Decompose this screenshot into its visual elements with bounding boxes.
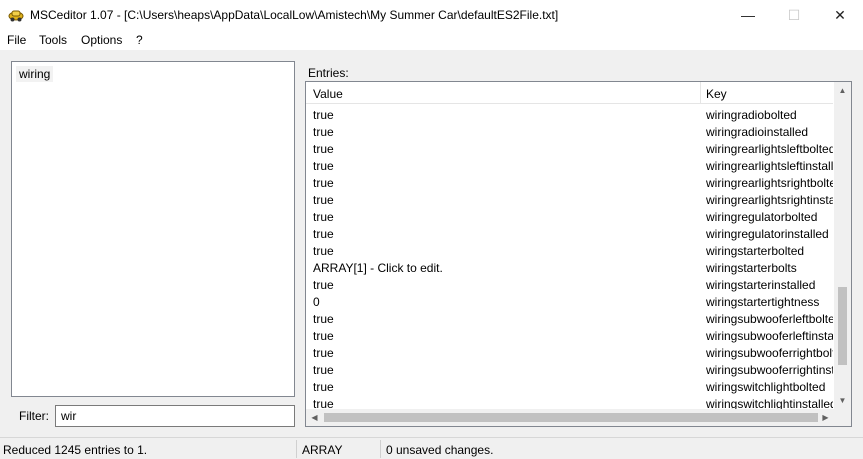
entry-key: wiringstarterbolts — [706, 261, 797, 275]
entry-key: wiringswitchlightinstalled — [706, 397, 833, 409]
window-title: MSCeditor 1.07 - [C:\Users\heaps\AppData… — [30, 8, 559, 22]
entry-value[interactable]: true — [313, 142, 334, 156]
title-bar: MSCeditor 1.07 - [C:\Users\heaps\AppData… — [0, 0, 863, 30]
horizontal-scrollbar[interactable]: ◀ ▶ — [306, 409, 851, 426]
entry-row[interactable]: true wiringstarterbolted — [306, 242, 833, 259]
entry-key: wiringsubwooferrightbolted — [706, 346, 833, 360]
entry-key: wiringstartertightness — [706, 295, 820, 309]
entry-row[interactable]: true wiringstarterinstalled — [306, 276, 833, 293]
status-divider — [296, 440, 297, 458]
entry-key: wiringrearlightsrightbolted — [706, 176, 833, 190]
filter-label: Filter: — [19, 409, 49, 423]
scroll-corner — [834, 409, 851, 426]
horizontal-scroll-thumb[interactable] — [324, 413, 818, 422]
entry-value[interactable]: true — [313, 329, 334, 343]
entries-rows: true wiringradiobolted true wiringradioinst… — [306, 106, 833, 409]
entry-key: wiringrearlightsrightinstalle — [706, 193, 833, 207]
entry-key: wiringswitchlightbolted — [706, 380, 826, 394]
status-changes: 0 unsaved changes. — [386, 443, 494, 457]
entry-value[interactable]: true — [313, 159, 334, 173]
entry-key: wiringstarterbolted — [706, 244, 805, 258]
scroll-right-icon[interactable]: ▶ — [817, 409, 834, 426]
entry-row[interactable]: true wiringradiobolted — [306, 106, 833, 123]
entry-key: wiringrearlightsleftinstalled — [706, 159, 833, 173]
close-button[interactable]: ✕ — [817, 0, 863, 30]
entry-value[interactable]: true — [313, 244, 334, 258]
entry-key: wiringsubwooferleftinstalle — [706, 329, 833, 343]
status-type: ARRAY — [302, 443, 343, 457]
entry-row[interactable]: true wiringswitchlightbolted — [306, 378, 833, 395]
entry-value[interactable]: true — [313, 312, 334, 326]
entry-row[interactable]: true wiringswitchlightinstalled — [306, 395, 833, 409]
entry-value[interactable]: true — [313, 363, 334, 377]
entry-value[interactable]: ARRAY[1] - Click to edit. — [313, 261, 443, 275]
entry-row[interactable]: true wiringsubwooferrightbolted — [306, 344, 833, 361]
maximize-button[interactable]: ☐ — [771, 0, 817, 30]
entry-value[interactable]: true — [313, 278, 334, 292]
status-summary: Reduced 1245 entries to 1. — [3, 443, 148, 457]
entry-key: wiringregulatorinstalled — [706, 227, 829, 241]
entry-row[interactable]: 0 wiringstartertightness — [306, 293, 833, 310]
entry-row[interactable]: true wiringradioinstalled — [306, 123, 833, 140]
filter-input[interactable] — [55, 405, 295, 427]
entry-row[interactable]: true wiringrearlightsrightbolted — [306, 174, 833, 191]
menu-help[interactable]: ? — [136, 33, 143, 47]
entry-value[interactable]: true — [313, 193, 334, 207]
entry-key: wiringradioinstalled — [706, 125, 809, 139]
entry-row[interactable]: true wiringrearlightsrightinstalle — [306, 191, 833, 208]
vertical-scrollbar[interactable]: ▲ ▼ — [834, 82, 851, 409]
group-list[interactable]: wiring — [11, 61, 295, 397]
scroll-up-icon[interactable]: ▲ — [834, 82, 851, 99]
entry-row[interactable]: true wiringregulatorbolted — [306, 208, 833, 225]
car-icon — [8, 10, 24, 22]
entry-value[interactable]: true — [313, 397, 334, 409]
menu-options[interactable]: Options — [81, 33, 122, 47]
vertical-scroll-thumb[interactable] — [838, 287, 847, 365]
entry-value[interactable]: true — [313, 176, 334, 190]
entry-value[interactable]: true — [313, 346, 334, 360]
scroll-left-icon[interactable]: ◀ — [306, 409, 323, 426]
column-value-header[interactable]: Value — [313, 87, 343, 101]
minimize-button[interactable]: — — [725, 0, 771, 30]
scroll-down-icon[interactable]: ▼ — [834, 392, 851, 409]
entry-key: wiringsubwooferleftbolted — [706, 312, 833, 326]
entry-row[interactable]: true wiringregulatorinstalled — [306, 225, 833, 242]
entry-key: wiringstarterinstalled — [706, 278, 816, 292]
menu-bar: File Tools Options ? — [0, 30, 863, 50]
status-divider — [380, 440, 381, 458]
entries-label: Entries: — [308, 66, 349, 80]
entry-value[interactable]: true — [313, 108, 334, 122]
entry-value[interactable]: 0 — [313, 295, 320, 309]
entry-key: wiringregulatorbolted — [706, 210, 818, 224]
entries-list[interactable]: Value Key true wiringradiobolted true wirin… — [305, 81, 852, 427]
entry-value[interactable]: true — [313, 125, 334, 139]
entry-key: wiringrearlightsleftbolted — [706, 142, 833, 156]
status-bar: Reduced 1245 entries to 1. ARRAY 0 unsav… — [0, 437, 863, 459]
entry-value[interactable]: true — [313, 227, 334, 241]
menu-file[interactable]: File — [7, 33, 26, 47]
column-key-header[interactable]: Key — [706, 87, 727, 101]
entry-key: wiringradiobolted — [706, 108, 797, 122]
group-item-wiring[interactable]: wiring — [16, 66, 54, 82]
entry-value[interactable]: true — [313, 380, 334, 394]
entry-value[interactable]: true — [313, 210, 334, 224]
entry-row[interactable]: true wiringsubwooferleftbolted — [306, 310, 833, 327]
entry-row[interactable]: true wiringrearlightsleftbolted — [306, 140, 833, 157]
entry-row[interactable]: ARRAY[1] - Click to edit. wiringstarterbo… — [306, 259, 833, 276]
entries-header: Value Key — [306, 82, 833, 104]
menu-tools[interactable]: Tools — [39, 33, 67, 47]
entry-row[interactable]: true wiringsubwooferleftinstalle — [306, 327, 833, 344]
entry-row[interactable]: true wiringrearlightsleftinstalled — [306, 157, 833, 174]
column-divider[interactable] — [700, 82, 701, 104]
entry-row[interactable]: true wiringsubwooferrightinstal — [306, 361, 833, 378]
entry-key: wiringsubwooferrightinstal — [706, 363, 833, 377]
